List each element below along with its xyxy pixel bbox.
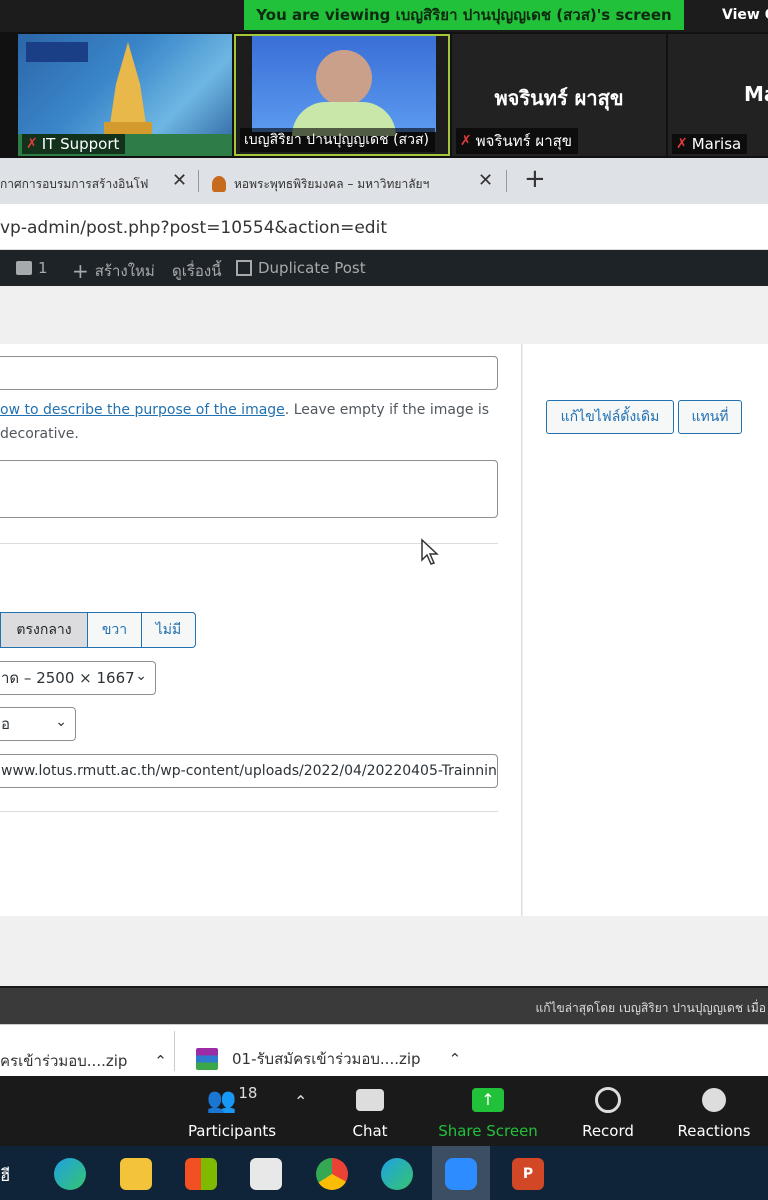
view-post-link[interactable]: ดูเรื่องนี้	[172, 259, 222, 283]
link-url-input[interactable]: www.lotus.rmutt.ac.th/wp-content/uploads…	[0, 754, 498, 788]
chat-icon	[356, 1089, 384, 1111]
address-bar[interactable]: vp-admin/post.php?post=10554&action=edit	[0, 204, 768, 250]
chevron-down-icon: ⌄	[135, 668, 147, 684]
chevron-up-icon[interactable]: ⌃	[449, 1050, 462, 1068]
speaker-figure	[316, 50, 372, 106]
duplicate-post-menu[interactable]: Duplicate Post	[236, 259, 366, 277]
chrome-icon[interactable]	[316, 1158, 348, 1190]
share-screen-button[interactable]: ↑ Share Screen	[438, 1084, 538, 1140]
participant-tile-pajarin[interactable]: พจรินทร์ ผาสุข ✗ พจรินทร์ ผาสุข	[452, 34, 666, 156]
mic-muted-icon: ✗	[26, 136, 38, 152]
download-bar: ครเข้าร่วมอบ....zip ⌃ 01-รับสมัครเข้าร่ว…	[0, 1024, 768, 1076]
download-item-2[interactable]: 01-รับสมัครเข้าร่วมอบ....zip ⌃	[196, 1047, 461, 1071]
zoom-app-icon[interactable]	[445, 1158, 477, 1190]
participant-name-label: ✗ Marisa	[672, 134, 748, 154]
comments-menu[interactable]: 1	[16, 259, 48, 277]
align-none-button[interactable]: ไม่มี	[142, 612, 196, 648]
link-to-select[interactable]: อ ⌄	[0, 707, 76, 741]
view-options-button[interactable]: View Options	[700, 0, 768, 30]
mic-muted-icon: ✗	[676, 136, 688, 152]
browser-tab-2[interactable]: หอพระพุทธพิริยมงคล – มหาวิทยาลัยฯ	[212, 164, 472, 204]
alt-text-help-line2: decorative.	[0, 426, 79, 442]
smiley-plus-icon	[702, 1088, 726, 1112]
image-size-select[interactable]: าด – 2500 × 1667 ⌄	[0, 661, 156, 695]
chevron-down-icon: ⌄	[55, 714, 67, 730]
browser-tab-1[interactable]: กาศการอบรมการสร้างอินโฟ	[0, 164, 164, 204]
mouse-cursor-icon	[421, 538, 439, 565]
edit-original-button[interactable]: แก้ไขไฟล์ดั้งเดิม	[546, 400, 674, 434]
search-glyph[interactable]: ฮี	[0, 1162, 10, 1189]
edge-browser-icon[interactable]	[54, 1158, 86, 1190]
archive-file-icon	[196, 1048, 218, 1070]
caption-textarea[interactable]	[0, 460, 498, 518]
comment-icon	[16, 261, 32, 275]
mail-icon[interactable]	[250, 1158, 282, 1190]
participant-name-label: ✗ พจรินทร์ ผาสุข	[456, 128, 579, 154]
alt-text-help: ow to describe the purpose of the image.…	[0, 402, 490, 418]
chevron-up-icon[interactable]: ⌃	[294, 1092, 307, 1111]
tab-divider	[506, 170, 507, 192]
alt-text-input[interactable]	[0, 356, 498, 390]
file-explorer-icon[interactable]	[120, 1158, 152, 1190]
participant-name-label: เบญสิริยา ปานปุญญเดช (สวส)	[240, 128, 435, 152]
wp-admin-bar: 1 + สร้างใหม่ ดูเรื่องนี้ Duplicate Post	[0, 250, 768, 286]
chat-button[interactable]: Chat	[320, 1084, 420, 1140]
reactions-button[interactable]: Reactions	[664, 1084, 764, 1140]
mic-muted-icon: ✗	[460, 133, 472, 149]
align-right-button[interactable]: ขวา	[88, 612, 142, 648]
participant-tile-marisa[interactable]: Ma ✗ Marisa	[668, 34, 768, 156]
close-icon[interactable]: ✕	[478, 170, 493, 191]
edge-browser-icon[interactable]	[381, 1158, 413, 1190]
record-icon	[595, 1087, 621, 1113]
participant-big-name: พจรินทร์ ผาสุข	[494, 86, 624, 110]
alignment-button-group: ตรงกลาง ขวา ไม่มี	[0, 612, 196, 648]
viewing-banner: You are viewing เบญสิริยา ปานปุญญเดช (สว…	[244, 0, 684, 30]
alt-help-link[interactable]: ow to describe the purpose of the image	[0, 402, 285, 418]
participants-icon: 👥	[206, 1086, 237, 1114]
participant-big-name: Ma	[744, 82, 768, 106]
share-screen-icon: ↑	[472, 1088, 504, 1112]
participant-tile-active-speaker[interactable]: เบญสิริยา ปานปุญญเดช (สวส)	[234, 34, 450, 156]
download-item-1[interactable]: ครเข้าร่วมอบ....zip ⌃	[0, 1049, 167, 1073]
powerpoint-icon[interactable]: P	[512, 1158, 544, 1190]
record-button[interactable]: Record	[558, 1084, 658, 1140]
last-edited-text: แก้ไขล่าสุดโดย เบญสิริยา ปานปุญญเดช เมื่…	[535, 1001, 766, 1015]
zoom-control-bar: 👥 18 Participants ⌃ Chat ↑ Share Screen R…	[0, 1076, 768, 1146]
tab-divider	[198, 170, 199, 192]
plus-icon: +	[72, 259, 89, 283]
section-divider	[0, 811, 498, 812]
new-content-menu[interactable]: + สร้างใหม่	[72, 259, 155, 283]
participants-button[interactable]: 👥 18 Participants	[182, 1084, 282, 1140]
temple-favicon-icon	[212, 176, 226, 192]
close-icon[interactable]: ✕	[172, 170, 187, 191]
store-icon[interactable]	[185, 1158, 217, 1190]
download-divider	[174, 1031, 175, 1071]
align-center-button[interactable]: ตรงกลาง	[0, 612, 88, 648]
browser-tab-bar: กาศการอบรมการสร้างอินโฟ ✕ หอพระพุทธพิริย…	[0, 158, 768, 204]
url-text: vp-admin/post.php?post=10554&action=edit	[0, 218, 387, 238]
participant-tile-it-support[interactable]: ✗ IT Support	[18, 34, 232, 156]
participant-strip: ✗ IT Support เบญสิริยา ปานปุญญเดช (สวส) …	[0, 32, 768, 158]
new-tab-button[interactable]: +	[524, 164, 546, 194]
windows-taskbar: ฮี P	[0, 1146, 768, 1200]
replace-button[interactable]: แทนที่	[678, 400, 742, 434]
participant-name-label: ✗ IT Support	[22, 134, 126, 154]
duplicate-icon	[236, 260, 252, 276]
chevron-up-icon[interactable]: ⌃	[154, 1052, 167, 1070]
